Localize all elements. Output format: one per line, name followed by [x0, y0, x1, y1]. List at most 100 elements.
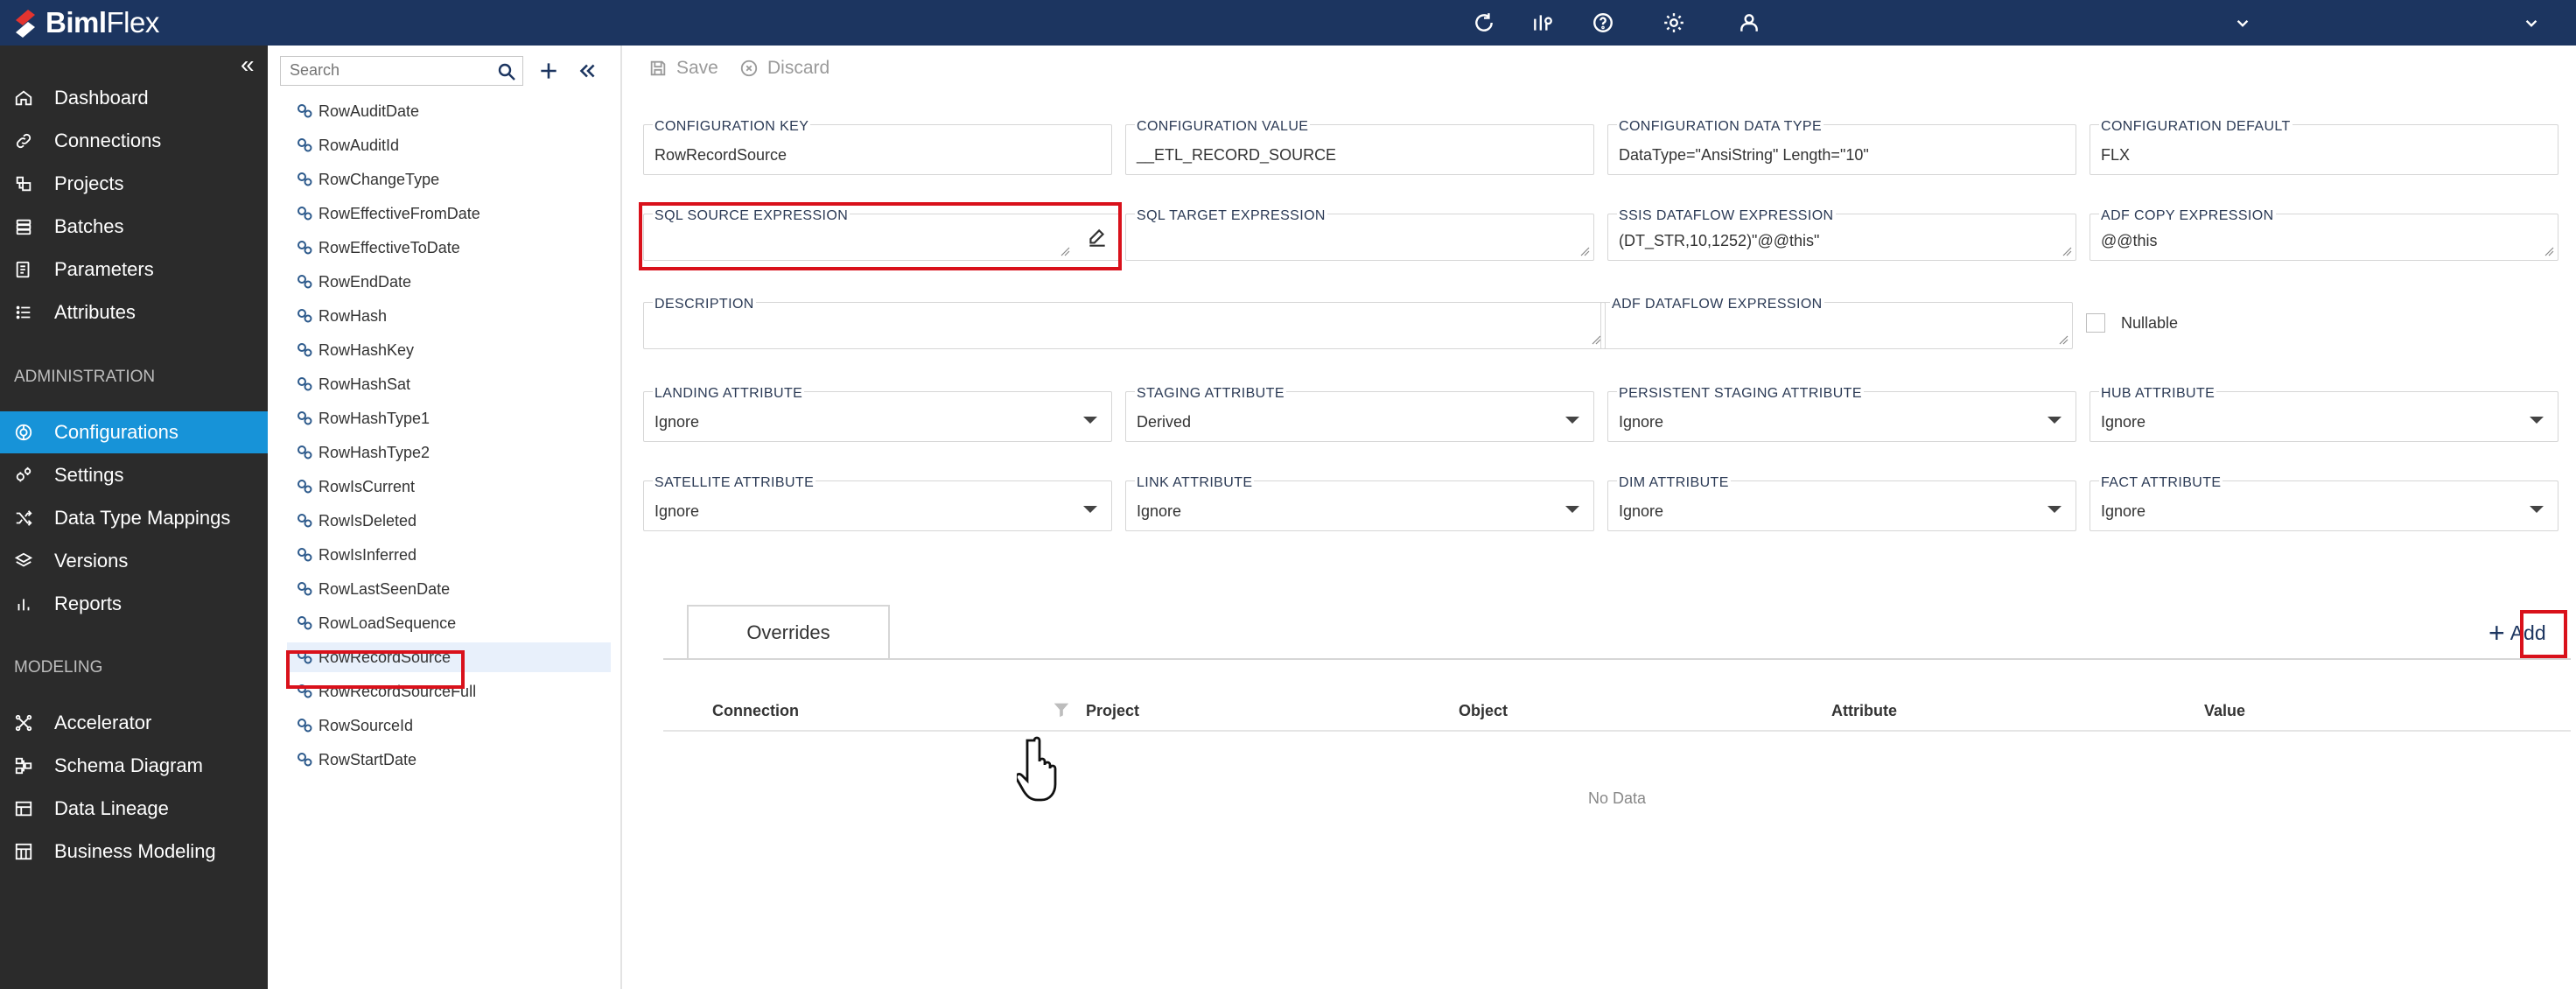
tree-item-label: RowAuditId — [318, 136, 400, 154]
dim-attribute-select[interactable]: DIM ATTRIBUTE Ignore — [1607, 475, 2076, 531]
tree-item[interactable]: RowIsDeleted — [296, 506, 416, 536]
nav-item-batches[interactable]: Batches — [0, 206, 268, 248]
configuration-data-type-field[interactable]: CONFIGURATION DATA TYPE DataType="AnsiSt… — [1607, 119, 2076, 175]
landing-attribute-select[interactable]: LANDING ATTRIBUTE Ignore — [643, 386, 1112, 442]
link-attribute-select[interactable]: LINK ATTRIBUTE Ignore — [1125, 475, 1594, 531]
edit-pencil-icon[interactable] — [1086, 227, 1109, 249]
user-icon[interactable] — [1737, 11, 1761, 35]
nav-item-versions[interactable]: Versions — [0, 540, 268, 582]
tree-item[interactable]: RowEffectiveFromDate — [296, 199, 480, 228]
nav-item-schema-diagram[interactable]: Schema Diagram — [0, 745, 268, 787]
discard-button[interactable]: Discard — [739, 58, 830, 79]
dropdown-arrow-icon[interactable] — [2048, 417, 2062, 424]
field-value: Ignore — [654, 413, 700, 431]
checkbox-box[interactable] — [2086, 313, 2105, 333]
dropdown-arrow-icon[interactable] — [2048, 506, 2062, 513]
tree-item[interactable]: RowHashKey — [296, 335, 414, 365]
configuration-value-field[interactable]: CONFIGURATION VALUE __ETL_RECORD_SOURCE — [1125, 119, 1594, 175]
column-header-value[interactable]: Value — [2204, 702, 2245, 720]
staging-attribute-select[interactable]: STAGING ATTRIBUTE Derived — [1125, 386, 1594, 442]
nav-item-parameters[interactable]: Parameters — [0, 249, 268, 291]
dropdown-arrow-icon[interactable] — [1565, 417, 1579, 424]
configuration-key-field[interactable]: CONFIGURATION KEY RowRecordSource — [643, 119, 1112, 175]
nav-item-data-lineage[interactable]: Data Lineage — [0, 788, 268, 830]
description-field[interactable]: DESCRIPTION — [643, 297, 1606, 349]
tree-item[interactable]: RowChangeType — [296, 165, 439, 194]
gear-icon[interactable] — [1662, 11, 1686, 35]
add-override-button[interactable]: + Add — [2488, 619, 2546, 647]
tree-item[interactable]: RowAuditDate — [296, 96, 419, 126]
hub-attribute-select[interactable]: HUB ATTRIBUTE Ignore — [2090, 386, 2558, 442]
help-icon[interactable] — [1591, 11, 1615, 35]
resize-grip-icon[interactable] — [2058, 334, 2068, 345]
nav-item-connections[interactable]: Connections — [0, 120, 268, 162]
nav-item-dashboard[interactable]: Dashboard — [0, 77, 268, 119]
column-header-project[interactable]: Project — [1086, 702, 1139, 720]
dashboard-chart-icon[interactable] — [1530, 11, 1555, 35]
collapse-sidebar-icon[interactable]: « — [241, 53, 255, 77]
nav-item-data-type-mappings[interactable]: Data Type Mappings — [0, 497, 268, 539]
field-label: HUB ATTRIBUTE — [2099, 386, 2217, 402]
column-header-object[interactable]: Object — [1459, 702, 1508, 720]
satellite-attribute-select[interactable]: SATELLITE ATTRIBUTE Ignore — [643, 475, 1112, 531]
tree-item[interactable]: RowHashType1 — [296, 403, 430, 433]
tree-item[interactable]: RowEffectiveToDate — [296, 233, 460, 263]
field-label: SSIS DATAFLOW EXPRESSION — [1617, 208, 1836, 224]
tree-item[interactable]: RowHash — [296, 301, 387, 331]
logo-text-light: Flex — [106, 6, 160, 39]
column-header-attribute[interactable]: Attribute — [1831, 702, 1897, 720]
resize-grip-icon[interactable] — [2544, 246, 2554, 256]
dropdown-arrow-icon[interactable] — [1565, 506, 1579, 513]
persistent-staging-attribute-select[interactable]: PERSISTENT STAGING ATTRIBUTE Ignore — [1607, 386, 2076, 442]
tree-item[interactable]: RowIsInferred — [296, 540, 416, 570]
tree-item[interactable]: RowAuditId — [296, 130, 399, 160]
adf-copy-expression-field[interactable]: ADF COPY EXPRESSION @@this — [2090, 208, 2558, 261]
home-icon — [14, 88, 33, 108]
filter-icon[interactable] — [1052, 700, 1071, 719]
search-icon[interactable] — [496, 61, 517, 82]
dropdown-arrow-icon[interactable] — [1083, 417, 1097, 424]
sql-source-expression-field[interactable]: SQL SOURCE EXPRESSION — [643, 208, 1120, 261]
logo-text-bold: Biml — [46, 6, 107, 39]
app-logo[interactable]: Biml Flex — [12, 5, 159, 40]
resize-grip-icon[interactable] — [1060, 246, 1070, 256]
chevron-down-icon[interactable] — [2230, 11, 2255, 35]
column-header-connection[interactable]: Connection — [712, 702, 799, 720]
search-input[interactable] — [290, 57, 491, 83]
tree-item[interactable]: RowRecordSource — [287, 642, 611, 672]
nav-item-reports[interactable]: Reports — [0, 583, 268, 625]
sql-target-expression-field[interactable]: SQL TARGET EXPRESSION — [1125, 208, 1594, 261]
nav-item-accelerator[interactable]: Accelerator — [0, 702, 268, 744]
refresh-icon[interactable] — [1472, 11, 1496, 35]
nav-item-attributes[interactable]: Attributes — [0, 291, 268, 333]
nav-item-configurations[interactable]: Configurations — [0, 411, 268, 453]
dropdown-arrow-icon[interactable] — [2530, 417, 2544, 424]
fact-attribute-select[interactable]: FACT ATTRIBUTE Ignore — [2090, 475, 2558, 531]
configuration-default-field[interactable]: CONFIGURATION DEFAULT FLX — [2090, 119, 2558, 175]
search-box — [280, 56, 523, 86]
dropdown-arrow-icon[interactable] — [2530, 506, 2544, 513]
save-button[interactable]: Save — [648, 58, 718, 79]
tree-item[interactable]: RowLastSeenDate — [296, 574, 450, 604]
tree-item[interactable]: RowSourceId — [296, 711, 413, 740]
dropdown-arrow-icon[interactable] — [1083, 506, 1097, 513]
tree-item[interactable]: RowEndDate — [296, 267, 411, 297]
tab-overrides[interactable]: Overrides — [687, 605, 890, 659]
tree-item[interactable]: RowStartDate — [296, 745, 416, 775]
tree-item[interactable]: RowLoadSequence — [296, 608, 456, 638]
nullable-checkbox[interactable]: Nullable — [2086, 313, 2178, 333]
resize-grip-icon[interactable] — [2062, 246, 2072, 256]
add-icon[interactable] — [536, 56, 562, 86]
chevron-down-icon[interactable] — [2519, 11, 2544, 35]
nav-item-projects[interactable]: Projects — [0, 163, 268, 205]
tree-item[interactable]: RowIsCurrent — [296, 472, 415, 502]
ssis-dataflow-expression-field[interactable]: SSIS DATAFLOW EXPRESSION (DT_STR,10,1252… — [1607, 208, 2076, 261]
tree-item[interactable]: RowHashSat — [296, 369, 410, 399]
nav-item-business-modeling[interactable]: Business Modeling — [0, 831, 268, 873]
tree-item[interactable]: RowRecordSourceFull — [296, 677, 476, 706]
collapse-tree-icon[interactable] — [574, 56, 600, 86]
resize-grip-icon[interactable] — [1579, 246, 1590, 256]
adf-dataflow-expression-field[interactable]: ADF DATAFLOW EXPRESSION — [1600, 297, 2073, 349]
nav-item-settings[interactable]: Settings — [0, 454, 268, 496]
tree-item[interactable]: RowHashType2 — [296, 438, 430, 467]
